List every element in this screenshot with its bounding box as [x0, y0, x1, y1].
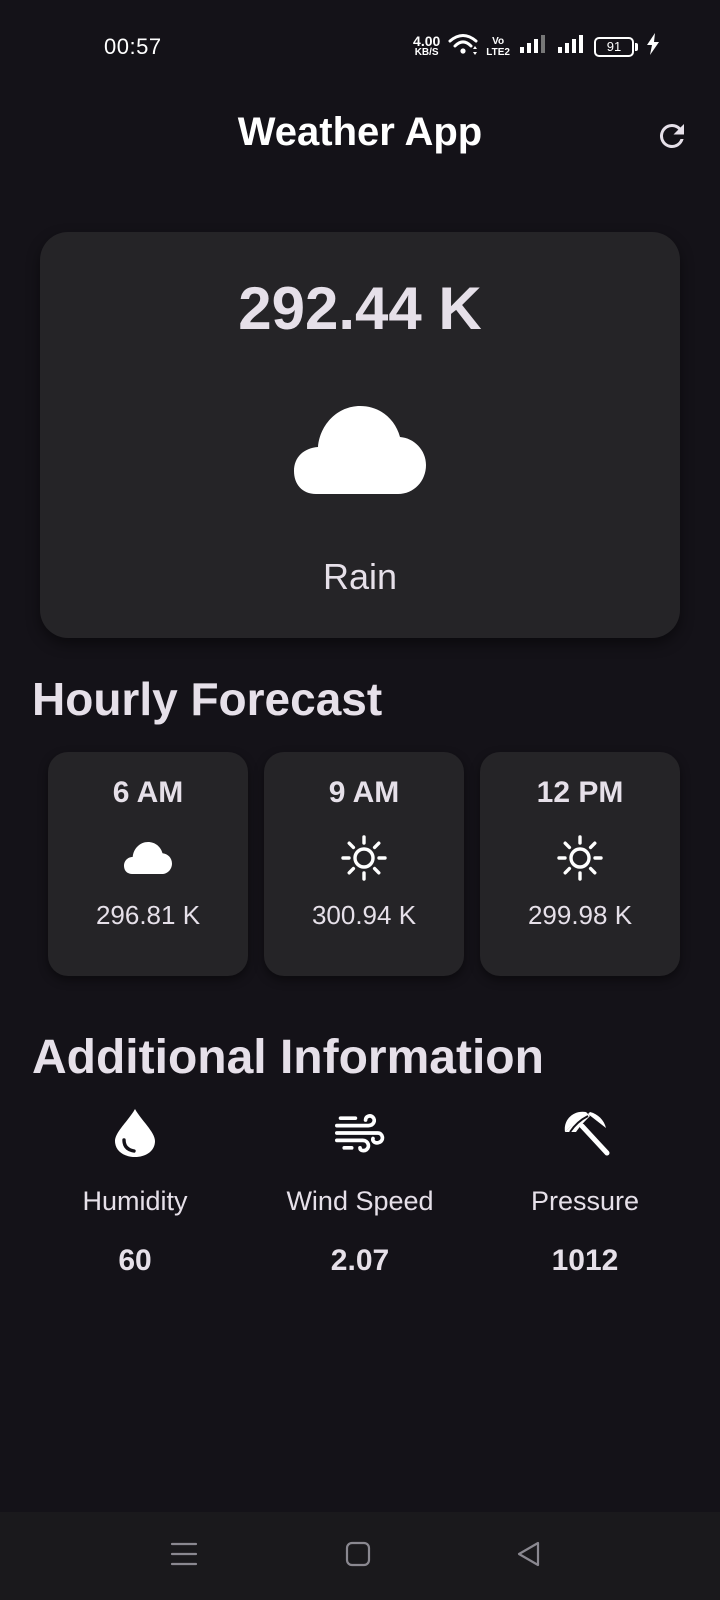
volte-indicator: Vo LTE2 — [486, 36, 510, 58]
info-value: 1012 — [551, 1244, 619, 1277]
sun-icon — [340, 834, 388, 882]
current-condition: Rain — [322, 556, 398, 597]
water-drop-icon — [110, 1108, 160, 1158]
hourly-forecast-card[interactable]: 6 AM 296.81 K — [48, 752, 248, 976]
additional-information-title: Additional Information — [32, 1031, 544, 1084]
charging-bolt-icon — [646, 33, 660, 60]
beach-umbrella-icon — [560, 1108, 610, 1158]
info-label: Pressure — [530, 1186, 640, 1216]
system-navigation-bar — [0, 1512, 720, 1600]
wind-speed-info: Wind Speed 2.07 — [247, 1108, 473, 1288]
hourly-forecast-title: Hourly Forecast — [32, 673, 383, 725]
menu-icon — [170, 1541, 198, 1572]
wifi-icon — [448, 32, 478, 61]
signal-strength-icon — [518, 33, 548, 60]
signal-strength-icon — [556, 33, 586, 60]
forecast-temperature: 299.98 K — [527, 900, 633, 930]
forecast-time: 12 PM — [536, 776, 624, 809]
battery-level: 91 — [594, 36, 634, 57]
sun-icon — [556, 834, 604, 882]
hourly-forecast-card[interactable]: 9 AM 300.94 K — [264, 752, 464, 976]
home-button[interactable] — [334, 1532, 382, 1580]
refresh-icon — [654, 118, 690, 159]
current-temperature: 292.44 K — [238, 275, 482, 342]
battery-indicator: 91 — [594, 36, 638, 57]
forecast-temperature: 296.81 K — [95, 900, 201, 930]
app-bar: Weather App — [0, 96, 720, 176]
back-button[interactable] — [504, 1532, 552, 1580]
hourly-forecast-list[interactable]: 6 AM 296.81 K 9 AM 300.94 K 12 PM 299.98… — [48, 752, 680, 976]
status-bar: 00:57 4.00 KB/S Vo LTE2 91 — [0, 0, 720, 96]
pressure-info: Pressure 1012 — [472, 1108, 698, 1288]
info-label: Humidity — [82, 1186, 188, 1216]
status-time: 00:57 — [104, 34, 162, 59]
status-icons: 4.00 KB/S Vo LTE2 91 — [413, 32, 660, 61]
network-speed-unit: KB/S — [414, 46, 439, 58]
volte-top: Vo — [492, 35, 505, 47]
forecast-time: 9 AM — [328, 776, 400, 809]
info-value: 2.07 — [330, 1244, 390, 1277]
battery-tip — [635, 42, 638, 51]
network-speed-value: 4.00 — [413, 32, 441, 49]
hourly-forecast-card[interactable]: 12 PM 299.98 K — [480, 752, 680, 976]
forecast-time: 6 AM — [112, 776, 184, 809]
home-square-icon — [345, 1541, 371, 1572]
forecast-temperature: 300.94 K — [311, 900, 417, 930]
wind-icon — [335, 1108, 385, 1158]
cloud-icon — [124, 834, 172, 882]
network-speed: 4.00 KB/S — [413, 32, 441, 58]
info-value: 60 — [118, 1244, 152, 1277]
humidity-info: Humidity 60 — [22, 1108, 248, 1288]
info-label: Wind Speed — [286, 1186, 434, 1216]
cloud-icon — [294, 404, 426, 496]
volte-bottom: LTE2 — [486, 46, 510, 58]
page-title: Weather App — [237, 110, 483, 154]
recent-apps-button[interactable] — [160, 1532, 208, 1580]
refresh-button[interactable] — [648, 114, 696, 162]
back-triangle-icon — [515, 1540, 541, 1573]
current-weather-card: 292.44 K Rain — [40, 232, 680, 638]
